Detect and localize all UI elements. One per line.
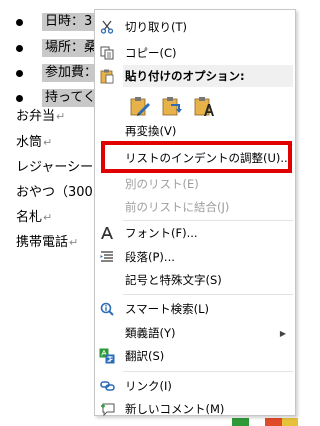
- bullet-dot: [16, 18, 23, 26]
- menu-item-paragraph[interactable]: 段落(P)...: [95, 246, 295, 268]
- bullet-dot: [16, 44, 23, 52]
- paste-keep-format-icon: [129, 95, 151, 121]
- paste-merge-icon: [161, 95, 183, 121]
- paste-text-only-icon: [193, 95, 215, 121]
- paste-options-buttons: [128, 96, 216, 122]
- bullet-text[interactable]: 参加費：: [42, 64, 102, 82]
- bullet-text[interactable]: 場所：桑: [42, 39, 102, 57]
- menu-item-symbols[interactable]: 記号と特殊文字(S): [95, 269, 295, 291]
- paragraph-mark: ↵: [43, 136, 53, 149]
- menu-item-new-comment[interactable]: 新しいコメント(M): [95, 398, 295, 420]
- menu-item-synonyms[interactable]: 類義語(Y) ▶: [95, 322, 295, 344]
- menu-item-label: 新しいコメント(M): [125, 402, 225, 416]
- text-line[interactable]: 水筒↵: [16, 134, 52, 152]
- menu-item-label: 前のリストに結合(J): [125, 200, 230, 214]
- paragraph-mark: ↵: [69, 236, 79, 249]
- link-icon: [97, 377, 117, 395]
- text-line[interactable]: お弁当↵: [16, 108, 65, 126]
- text-line[interactable]: 携帯電話↵: [16, 234, 78, 252]
- menu-item-label: リンク(I): [125, 379, 172, 393]
- scissors-icon: [97, 18, 117, 36]
- line-text: 名札: [16, 210, 43, 225]
- paste-options-header: 貼り付けのオプション:: [123, 65, 293, 87]
- menu-item-label: コピー(C): [125, 46, 177, 60]
- text-line[interactable]: 名札↵: [16, 209, 52, 227]
- menu-separator: [123, 294, 293, 295]
- text-line[interactable]: おやつ（300: [16, 184, 93, 202]
- paragraph-icon: [97, 248, 117, 266]
- text-line[interactable]: レジャーシー: [16, 159, 93, 177]
- menu-item-reconvert[interactable]: 再変換(V): [95, 120, 295, 142]
- highlight-box: [101, 141, 292, 173]
- menu-item-label: 別のリスト(E): [125, 177, 199, 191]
- bullet-item[interactable]: 参加費：: [16, 64, 102, 82]
- line-text: お弁当: [16, 109, 56, 124]
- menu-item-label: 記号と特殊文字(S): [125, 273, 222, 287]
- bullet-item[interactable]: 場所：桑: [16, 39, 102, 57]
- menu-item-smart-lookup[interactable]: スマート検索(L): [95, 298, 295, 320]
- line-text: 携帯電話: [16, 235, 69, 250]
- smart-lookup-icon: [97, 300, 117, 318]
- submenu-arrow-icon: ▶: [279, 328, 286, 338]
- menu-item-translate[interactable]: 翻訳(S): [95, 345, 295, 367]
- menu-separator: [123, 371, 293, 372]
- line-text: レジャーシー: [16, 160, 94, 175]
- menu-item-label: 類義語(Y): [125, 326, 176, 340]
- menu-item-separate-list[interactable]: 別のリスト(E): [95, 173, 295, 195]
- paste-text-only-button[interactable]: [192, 96, 216, 120]
- paste-merge-formatting-button[interactable]: [160, 96, 184, 120]
- bullet-item[interactable]: 持ってく: [16, 89, 100, 107]
- paragraph-mark: ↵: [56, 110, 66, 123]
- new-comment-icon: [97, 400, 117, 418]
- menu-item-label: 切り取り(T): [125, 20, 187, 34]
- bullet-text[interactable]: 日時：3: [42, 13, 97, 31]
- menu-item-label: 段落(P)...: [125, 250, 175, 264]
- context-menu: 切り取り(T) コピー(C) 貼り付けのオプション: 再変換(V) リストのイン…: [94, 9, 296, 416]
- menu-item-font[interactable]: フォント(F)...: [95, 222, 295, 244]
- bullet-item[interactable]: 日時：3: [16, 13, 97, 31]
- line-text: おやつ（300: [16, 185, 93, 200]
- clipboard-icon: [97, 67, 117, 85]
- bullet-dot: [16, 69, 23, 77]
- copy-icon: [97, 44, 117, 62]
- font-icon: [97, 224, 117, 242]
- translate-icon: [97, 347, 117, 365]
- paragraph-mark: ↵: [43, 211, 53, 224]
- menu-item-label: 翻訳(S): [125, 349, 165, 363]
- bullet-text[interactable]: 持ってく: [42, 89, 100, 107]
- menu-item-join-previous-list[interactable]: 前のリストに結合(J): [95, 196, 295, 218]
- menu-item-copy[interactable]: コピー(C): [95, 42, 295, 64]
- line-text: 水筒: [16, 135, 43, 150]
- menu-item-cut[interactable]: 切り取り(T): [95, 16, 295, 38]
- menu-item-label: 再変換(V): [125, 124, 177, 138]
- paste-keep-formatting-button[interactable]: [128, 96, 152, 120]
- menu-separator: [123, 220, 293, 221]
- menu-item-label: スマート検索(L): [125, 302, 210, 316]
- menu-item-link[interactable]: リンク(I): [95, 375, 295, 397]
- menu-item-label: フォント(F)...: [125, 226, 198, 240]
- bullet-dot: [16, 94, 23, 102]
